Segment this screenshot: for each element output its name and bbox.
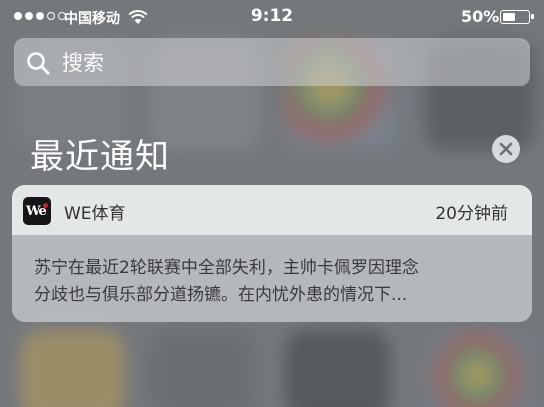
- notification-header: We WE体育 20分钟前: [12, 185, 532, 235]
- message-line: 分歧也与俱乐部分道扬镳。在内忧外患的情况下...: [34, 285, 408, 305]
- close-icon: [499, 142, 513, 156]
- status-bar: 中国移动 9:12 50%: [0, 0, 544, 34]
- notification-message: 苏宁在最近2轮联赛中全部失利，主帅卡佩罗因理念 分歧也与俱乐部分道扬镳。在内忧外…: [34, 255, 514, 309]
- clear-notifications-button[interactable]: [492, 135, 520, 163]
- search-input[interactable]: [60, 47, 504, 79]
- search-bar[interactable]: [14, 38, 530, 86]
- notification-card[interactable]: We WE体育 20分钟前 苏宁在最近2轮联赛中全部失利，主帅卡佩罗因理念 分歧…: [12, 185, 532, 322]
- search-icon: [27, 52, 50, 75]
- battery-icon: [500, 10, 534, 24]
- notification-time: 20分钟前: [435, 204, 508, 224]
- message-line: 苏宁在最近2轮联赛中全部失利，主帅卡佩罗因理念: [34, 258, 419, 278]
- battery-percent: 50%: [461, 7, 500, 26]
- clock: 9:12: [250, 6, 294, 26]
- app-name: WE体育: [64, 204, 126, 224]
- section-title: 最近通知: [30, 137, 170, 177]
- app-icon: We: [23, 197, 51, 225]
